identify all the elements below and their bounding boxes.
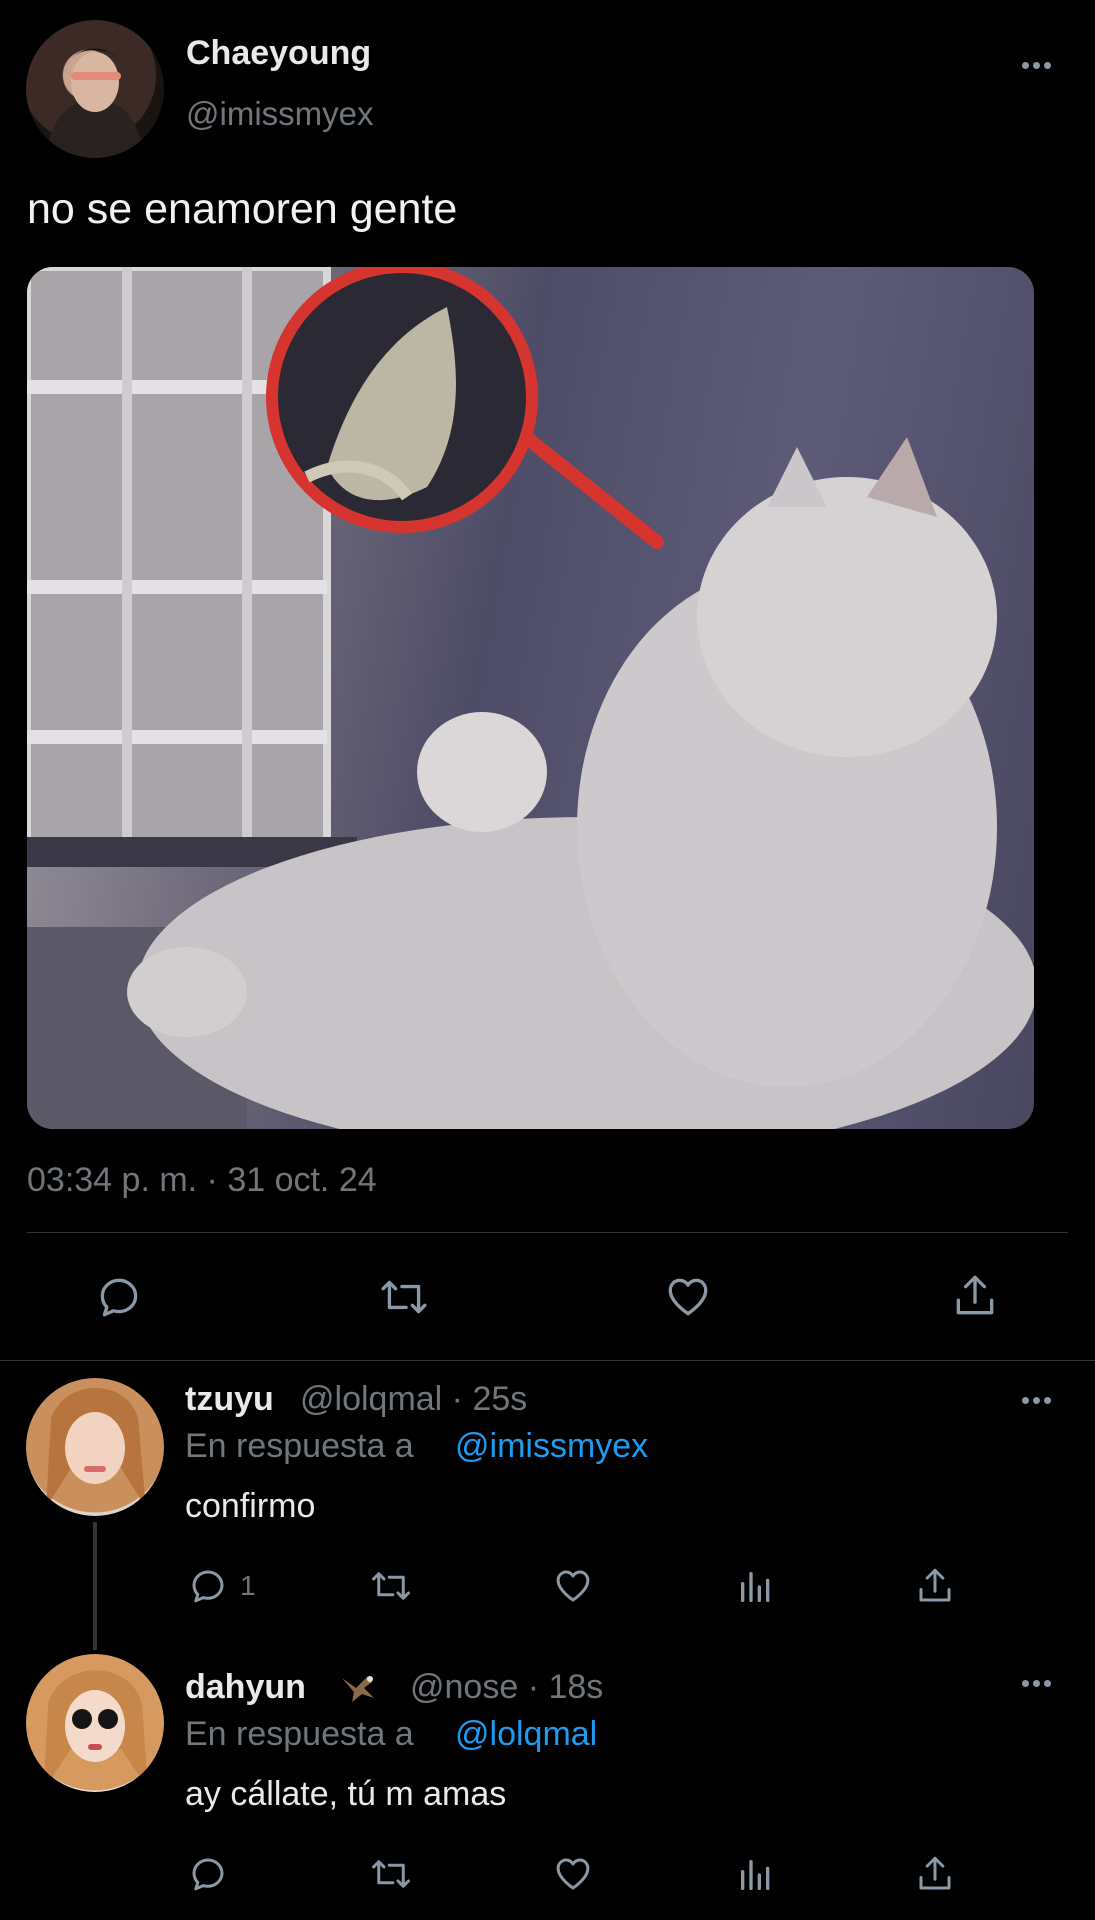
reply2-handle-time[interactable]: @nose · 18s <box>410 1668 603 1707</box>
reply1-retweet-icon[interactable] <box>367 1565 415 1607</box>
main-more-menu-icon[interactable] <box>1022 62 1051 69</box>
reply1-in-reply-handle[interactable]: @imissmyex <box>455 1427 648 1466</box>
reply1-reply-count: 1 <box>240 1570 256 1601</box>
eagle-emoji-icon <box>338 1668 378 1715</box>
reply2-like-icon[interactable] <box>551 1853 595 1895</box>
reply1-text: confirmo <box>185 1487 316 1525</box>
reply2-reply-icon[interactable] <box>186 1853 230 1895</box>
cat-watching-monitor-image <box>27 267 1034 1129</box>
main-display-name[interactable]: Chaeyoung <box>186 34 371 73</box>
reply1-share-icon[interactable] <box>914 1565 956 1607</box>
main-avatar[interactable] <box>26 20 164 158</box>
reply2-display-name[interactable]: dahyun <box>185 1668 306 1707</box>
reply-icon[interactable] <box>94 1272 144 1322</box>
profile-photo-icon <box>46 48 144 158</box>
reply2-retweet-icon[interactable] <box>367 1853 415 1895</box>
reply1-display-name[interactable]: tzuyu <box>185 1380 274 1419</box>
reply2-more-menu-icon[interactable] <box>1022 1680 1051 1687</box>
main-tweet-text: no se enamoren gente <box>27 185 458 233</box>
reply2-text: ay cállate, tú m amas <box>185 1775 507 1813</box>
reply1-in-reply-prefix: En respuesta a <box>185 1427 414 1465</box>
reply1-analytics-icon[interactable] <box>736 1567 776 1607</box>
main-handle[interactable]: @imissmyex <box>186 95 374 133</box>
reply2-analytics-icon[interactable] <box>736 1855 776 1895</box>
main-timestamp[interactable]: 03:34 p. m. · 31 oct. 24 <box>27 1161 377 1200</box>
reply1-like-icon[interactable] <box>551 1565 595 1607</box>
reply1-thread-line <box>93 1522 97 1650</box>
reply1-more-menu-icon[interactable] <box>1022 1397 1051 1404</box>
profile-photo-icon <box>46 1388 146 1508</box>
reply2-in-reply-prefix: En respuesta a <box>185 1715 414 1753</box>
reply1-avatar[interactable] <box>26 1378 164 1516</box>
divider-bottom <box>0 1360 1095 1361</box>
divider-top <box>27 1232 1068 1233</box>
reply1-reply-icon[interactable] <box>186 1565 230 1607</box>
retweet-icon[interactable] <box>376 1272 432 1322</box>
tweet-image[interactable] <box>27 267 1034 1129</box>
share-icon[interactable] <box>950 1270 1000 1322</box>
reply2-avatar[interactable] <box>26 1654 164 1792</box>
like-icon[interactable] <box>662 1272 714 1322</box>
reply2-share-icon[interactable] <box>914 1853 956 1895</box>
profile-photo-icon <box>44 1670 148 1789</box>
reply2-in-reply-handle[interactable]: @lolqmal <box>455 1715 597 1754</box>
reply1-handle-time[interactable]: @lolqmal · 25s <box>300 1380 527 1419</box>
